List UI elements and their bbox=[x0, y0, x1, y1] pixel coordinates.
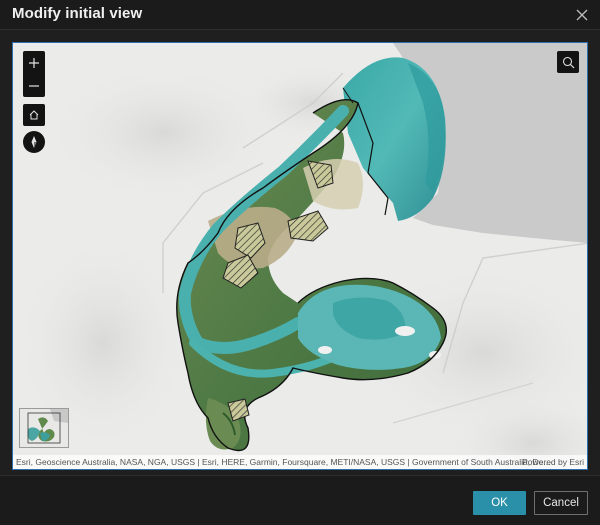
map-view[interactable]: Esri, Geoscience Australia, NASA, NGA, U… bbox=[12, 42, 588, 470]
zoom-controls bbox=[23, 51, 45, 97]
map-attribution-bar: Esri, Geoscience Australia, NASA, NGA, U… bbox=[13, 455, 587, 469]
map-attribution: Esri, Geoscience Australia, NASA, NGA, U… bbox=[16, 457, 551, 467]
zoom-out-button[interactable] bbox=[23, 74, 45, 97]
compass-icon bbox=[31, 136, 37, 148]
modify-initial-view-dialog: Modify initial view Esri, Geoscience Aus… bbox=[0, 0, 600, 525]
minus-icon bbox=[29, 84, 39, 87]
zoom-in-button[interactable] bbox=[23, 51, 45, 74]
dialog-header: Modify initial view bbox=[0, 0, 600, 30]
cancel-button[interactable]: Cancel bbox=[534, 491, 588, 515]
ok-button[interactable]: OK bbox=[473, 491, 526, 515]
close-button[interactable] bbox=[572, 5, 592, 25]
overview-map-image bbox=[20, 409, 68, 447]
home-button[interactable] bbox=[23, 104, 45, 126]
close-icon bbox=[576, 9, 588, 21]
plus-icon bbox=[29, 57, 39, 68]
map-canvas bbox=[13, 43, 587, 469]
powered-by-esri[interactable]: Powered by Esri bbox=[522, 455, 584, 469]
home-icon bbox=[29, 110, 39, 120]
compass-button[interactable] bbox=[23, 131, 45, 153]
search-button[interactable] bbox=[557, 51, 579, 73]
search-icon bbox=[562, 56, 574, 68]
dialog-title: Modify initial view bbox=[12, 5, 143, 22]
dialog-footer: OK Cancel bbox=[0, 475, 600, 525]
overview-map[interactable] bbox=[19, 408, 69, 448]
